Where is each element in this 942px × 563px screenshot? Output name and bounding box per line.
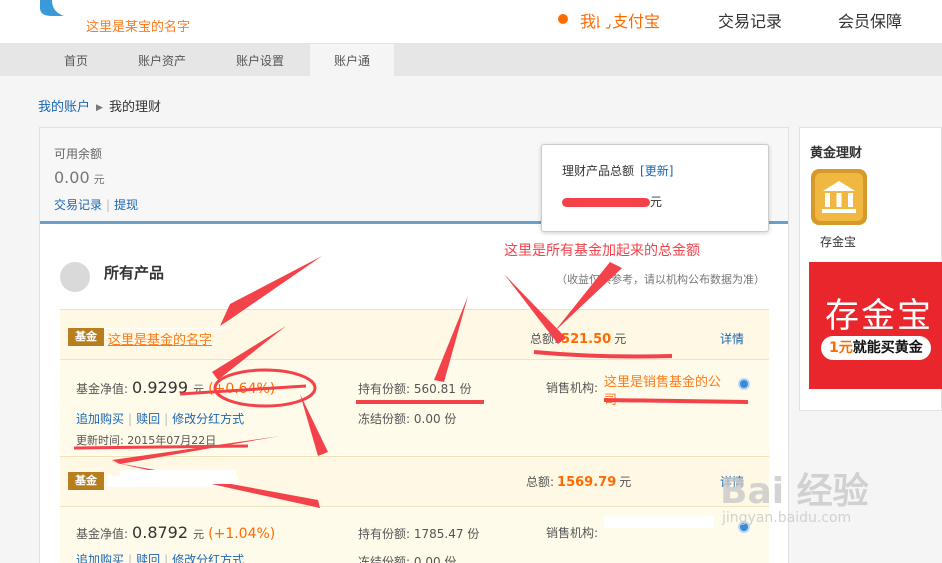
balance-links: 交易记录 | 提现 <box>54 198 139 212</box>
holding-value: 1785.47 份 <box>413 527 480 541</box>
org-label: 销售机构: <box>546 526 599 540</box>
fund-total-unit: 元 <box>614 332 627 346</box>
breadcrumb-my-account[interactable]: 我的账户 <box>38 100 90 115</box>
total-title: 理财产品总额 [更新] <box>562 162 673 179</box>
balance-unit: 元 <box>93 173 105 186</box>
nav-number: 0.9299 <box>132 378 189 397</box>
tab-assets[interactable]: 账户资产 <box>122 44 202 76</box>
fund-total: 总额: 1569.79 元 <box>526 473 631 490</box>
fund-total-value: 1569.79 <box>557 475 617 490</box>
watermark-sub: jingyan.baidu.com <box>722 510 852 526</box>
nav-change: (+1.04%) <box>208 526 276 542</box>
frozen-value: 0.00 份 <box>413 412 457 426</box>
fund-total: 总额: 521.50 元 <box>530 330 626 347</box>
balance-amount: 0.00 <box>54 168 90 187</box>
total-unit: 元 <box>650 195 663 209</box>
fund-total-value: 521.50 <box>561 332 612 347</box>
annotation-total: 这里是所有基金加起来的总金额 <box>504 243 700 259</box>
fund-total-label: 总额: <box>530 332 559 346</box>
baidu-watermark: Bai 经验 jingyan.baidu.com <box>720 462 869 526</box>
banner-title: 存金宝 <box>825 296 933 336</box>
sidebar-item-label[interactable]: 存金宝 <box>820 233 856 250</box>
info-icon[interactable] <box>738 378 750 390</box>
holding-label: 持有份额: <box>358 527 411 541</box>
buy-more-link[interactable]: 追加购买 <box>76 412 124 426</box>
nav-value: 0.9299 元 <box>132 378 204 397</box>
transactions-link[interactable]: 交易记录 <box>54 198 102 212</box>
fund-card: 基金 总额: 1569.79 元 详情 基金净值: 0.8792 元 (+1.04%) … <box>60 456 769 563</box>
total-amount-popup: 理财产品总额 [更新] 元 <box>541 144 769 232</box>
nav-label: 基金净值: <box>76 527 129 541</box>
banner-slogan: 1元就能买黄金 <box>821 336 931 360</box>
sub-nav: 首页 账户资产 账户设置 账户通 <box>0 44 942 76</box>
section-title-text: 所有产品 <box>104 264 165 282</box>
section-title: 所有产品 <box>66 262 164 283</box>
update-time: 更新时间: 2015年07月22日 <box>76 434 217 447</box>
withdraw-link[interactable]: 提现 <box>114 198 138 212</box>
fund-name-link[interactable]: 这里是基金的名字 <box>108 329 212 348</box>
holding-value: 560.81 份 <box>413 382 472 396</box>
total-title-text: 理财产品总额 <box>562 164 635 178</box>
fund-total-unit: 元 <box>619 475 632 489</box>
refresh-link[interactable]: [更新] <box>640 164 673 178</box>
breadcrumb: 我的账户 ▶ 我的理财 <box>38 96 161 115</box>
holding-label: 持有份额: <box>358 382 411 396</box>
active-dot-icon <box>558 14 568 24</box>
frozen-value: 0.00 份 <box>413 555 457 563</box>
gold-banner[interactable]: 存金宝 1元就能买黄金 <box>809 262 942 389</box>
nav-label: 基金净值: <box>76 382 129 396</box>
bank-icon[interactable] <box>811 169 867 225</box>
fund-actions: 追加购买 | 赎回 | 修改分红方式 <box>76 412 245 426</box>
section-note: （收益仅供参考，请以机构公布数据为准） <box>556 273 765 286</box>
fund-nav-row: 基金净值: 0.8792 元 (+1.04%) <box>76 523 275 542</box>
top-bar: 这里是某宝的名字 我的支付宝 交易记录 会员保障 <box>0 0 942 44</box>
fund-total-label: 总额: <box>526 475 555 489</box>
nav-unit: 元 <box>193 383 205 396</box>
dividend-link[interactable]: 修改分红方式 <box>172 412 244 426</box>
sidebar-title: 黄金理财 <box>810 146 863 161</box>
nav-value: 0.8792 元 <box>132 523 204 542</box>
org-label: 销售机构: <box>546 381 599 395</box>
redeem-link[interactable]: 赎回 <box>136 553 160 563</box>
nav-unit: 元 <box>193 528 205 541</box>
frozen-row: 冻结份额: 0.00 份 <box>358 410 456 427</box>
fund-nav-row: 基金净值: 0.9299 元 (+0.64%) <box>76 378 275 397</box>
fund-detail-link[interactable]: 详情 <box>720 330 744 347</box>
nav-change: (+0.64%) <box>208 381 276 397</box>
fund-badge: 基金 <box>68 472 104 490</box>
fund-actions: 追加购买 | 赎回 | 修改分红方式 <box>76 551 244 563</box>
tab-home[interactable]: 首页 <box>38 44 114 76</box>
total-amount: 元 <box>562 193 662 210</box>
holding-row: 持有份额: 560.81 份 <box>358 380 472 397</box>
banner-slogan-text: 就能买黄金 <box>852 340 923 356</box>
org-name: 这里是销售基金的公司 <box>604 375 722 408</box>
watermark-main: Bai 经验 <box>720 471 869 512</box>
redacted-amount <box>562 198 650 207</box>
tab-settings[interactable]: 账户设置 <box>220 44 300 76</box>
tab-account-link[interactable]: 账户通 <box>310 44 394 76</box>
frozen-label: 冻结份额: <box>358 412 411 426</box>
fund-name-redacted[interactable] <box>108 473 238 488</box>
balance-label: 可用余额 <box>54 147 103 161</box>
breadcrumb-current: 我的理财 <box>108 100 161 115</box>
redeem-link[interactable]: 赎回 <box>136 412 160 426</box>
banner-price: 1元 <box>829 340 853 356</box>
balance-value: 0.00 元 <box>54 168 105 187</box>
buy-more-link[interactable]: 追加购买 <box>76 553 124 563</box>
frozen-label: 冻结份额: <box>358 555 411 563</box>
breadcrumb-arrow-icon: ▶ <box>96 103 103 113</box>
frozen-row: 冻结份额: 0.00 份 <box>358 553 456 563</box>
dividend-link[interactable]: 修改分红方式 <box>172 553 244 563</box>
fund-card: 基金 这里是基金的名字 总额: 521.50 元 详情 基金净值: 0.9299 元(… <box>60 309 769 455</box>
holding-row: 持有份额: 1785.47 份 <box>358 525 479 542</box>
site-name: 这里是某宝的名字 <box>86 20 191 35</box>
fund-badge: 基金 <box>68 328 104 346</box>
nav-number: 0.8792 <box>132 523 189 542</box>
